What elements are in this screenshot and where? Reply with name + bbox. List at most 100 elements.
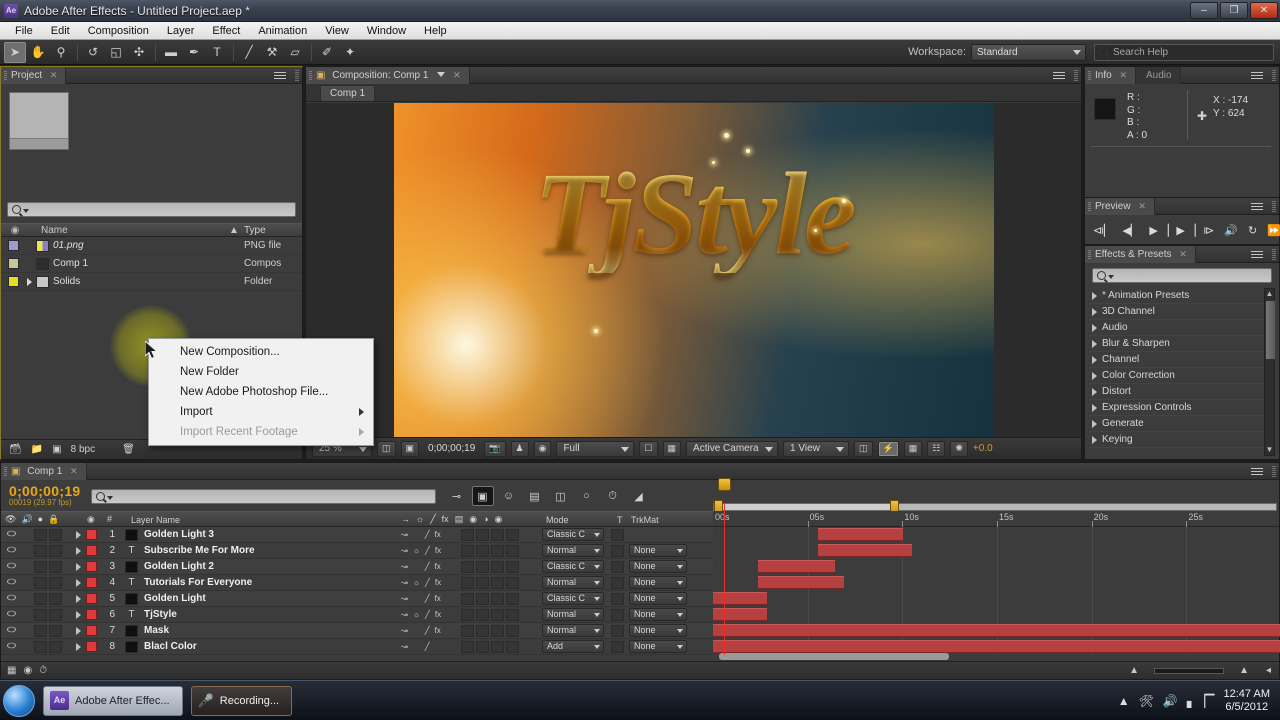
effects-scrollbar[interactable]: ▲ ▼ [1264,288,1275,456]
selection-tool[interactable]: ➤ [4,41,26,63]
layer-label-color[interactable] [86,609,97,620]
shy-toggle[interactable]: ↝ [401,594,408,603]
timeline-layer-bar[interactable] [713,608,767,621]
menu-item-edit[interactable]: Edit [42,22,79,40]
effects-toggle[interactable]: fx [435,610,441,619]
close-icon[interactable]: ✕ [1179,249,1187,259]
adjustment-cell[interactable] [491,624,504,637]
disclosure-triangle-icon[interactable] [1092,307,1097,316]
shy-toggle[interactable]: ↝ [401,610,408,619]
shape-tool[interactable]: ▬ [160,42,182,63]
layer-trkmat-select[interactable]: None [629,608,687,621]
frame-blend-cell[interactable] [461,640,474,653]
layer-lock-toggle[interactable] [49,576,62,589]
layer-preserve-transparency-cell[interactable] [611,545,624,557]
motion-blur-cell[interactable] [476,560,489,573]
layer-mode-select[interactable]: Normal [542,544,604,557]
interpret-footage-icon[interactable]: 🗃 [9,444,22,455]
layer-trkmat-select[interactable]: None [629,576,687,589]
layer-solo-toggle[interactable] [34,528,47,541]
layer-preserve-transparency-cell[interactable] [611,593,624,605]
layer-name[interactable]: Subscribe Me For More [144,545,255,556]
show-snapshot-button[interactable]: ♟ [510,440,529,457]
frame-blend-cell[interactable] [461,608,474,621]
project-item[interactable]: Solids Folder [1,273,302,291]
layer-preserve-transparency-cell[interactable] [611,577,624,589]
timeline-layer-bar[interactable] [758,560,836,573]
panel-menu-icon[interactable] [1053,70,1065,81]
clone-stamp-tool[interactable]: ⚒ [261,42,283,63]
3d-cell[interactable] [506,576,519,589]
scrollbar-thumb[interactable] [1266,301,1275,359]
timeline-layer-bar[interactable] [818,528,904,541]
roto-brush-tool[interactable]: ✐ [316,42,338,63]
layer-lock-toggle[interactable] [49,624,62,637]
frame-blend-cell[interactable] [461,528,474,541]
layer-mode-select[interactable]: Add [542,640,604,653]
disclosure-triangle-icon[interactable] [1092,291,1097,300]
next-frame-button[interactable]: ▏▶ [1168,224,1185,237]
layer-preserve-transparency-cell[interactable] [611,609,624,621]
workspace-select[interactable]: Standard [971,43,1086,61]
effects-category[interactable]: Distort [1089,384,1275,400]
timeline-layer-row[interactable]: 1 Golden Light 3 ↝ ╱ fx Classic C [1,527,713,543]
timeline-layer-row[interactable]: 5 Golden Light ↝ ╱ fx Classic C None [1,591,713,607]
frame-blend-cell[interactable] [461,592,474,605]
menu-item-view[interactable]: View [316,22,358,40]
effects-category[interactable]: * Animation Presets [1089,288,1275,304]
layer-visibility-toggle[interactable] [1,529,21,541]
effects-search-input[interactable] [1092,268,1272,283]
eraser-tool[interactable]: ▱ [284,42,306,63]
layer-mode-select[interactable]: Classic C [542,592,604,605]
panel-menu-icon[interactable] [274,70,286,81]
timeline-layer-row[interactable]: 6 T TjStyle ↝ ☼ ╱ fx Normal None [1,607,713,623]
type-tool[interactable]: T [206,42,228,63]
layer-label-color[interactable] [86,529,97,540]
network-icon[interactable]: ▖▕▔ [1187,694,1215,708]
menu-item-help[interactable]: Help [415,22,456,40]
region-of-interest-button[interactable]: ☐ [639,440,658,457]
zoom-slider[interactable] [1154,667,1225,674]
timeline-layer-row[interactable]: 8 Blacl Color ↝ ╱ Add None [1,639,713,655]
layer-label-color[interactable] [86,625,97,636]
first-frame-button[interactable]: ⧏▏ [1093,224,1112,237]
disclosure-triangle-icon[interactable] [1092,435,1097,444]
layer-preserve-transparency-cell[interactable] [611,529,624,541]
layer-solo-toggle[interactable] [34,592,47,605]
layer-disclosure-triangle-icon[interactable] [76,610,81,619]
layer-lock-toggle[interactable] [49,528,62,541]
frame-blend-cell[interactable] [461,544,474,557]
layer-label-color[interactable] [86,545,97,556]
rotation-tool[interactable]: ↺ [82,42,104,63]
menu-item-window[interactable]: Window [358,22,415,40]
minimize-button[interactable]: – [1190,2,1218,19]
layer-disclosure-triangle-icon[interactable] [76,626,81,635]
layer-visibility-toggle[interactable] [1,609,21,621]
effects-category[interactable]: 3D Channel [1089,304,1275,320]
motion-blur-cell[interactable] [476,544,489,557]
frame-blending-icon[interactable]: ▤ [524,486,546,506]
action-center-icon[interactable]: 🛠 [1139,694,1154,708]
layer-visibility-toggle[interactable] [1,561,21,573]
zoom-in-icon[interactable]: ▲ [1239,665,1249,676]
project-item[interactable]: Comp 1 Compos [1,255,302,273]
camera-select[interactable]: Active Camera [686,440,779,457]
layer-disclosure-triangle-icon[interactable] [76,642,81,651]
previous-frame-button[interactable]: ◀▏ [1122,224,1139,237]
composition-viewer[interactable]: TjStyle [306,103,1081,439]
start-button[interactable] [3,684,35,717]
pen-tool[interactable]: ✒ [183,42,205,63]
new-folder-icon[interactable]: 📁 [31,444,43,455]
comp-render-icon[interactable]: ◉ [23,665,32,676]
context-menu-item[interactable]: Import [149,402,373,422]
disclosure-triangle-icon[interactable] [1092,355,1097,364]
layer-trkmat-select[interactable]: None [629,624,687,637]
bit-depth-label[interactable]: 8 bpc [71,444,95,455]
timeline-search-input[interactable] [90,488,436,504]
disclosure-triangle-icon[interactable] [1092,403,1097,412]
effects-category[interactable]: Keying [1089,432,1275,448]
label-color-swatch[interactable] [8,276,19,287]
layer-disclosure-triangle-icon[interactable] [76,594,81,603]
clock[interactable]: 12:47 AM 6/5/2012 [1224,688,1270,714]
panel-menu-icon[interactable] [1251,70,1263,81]
